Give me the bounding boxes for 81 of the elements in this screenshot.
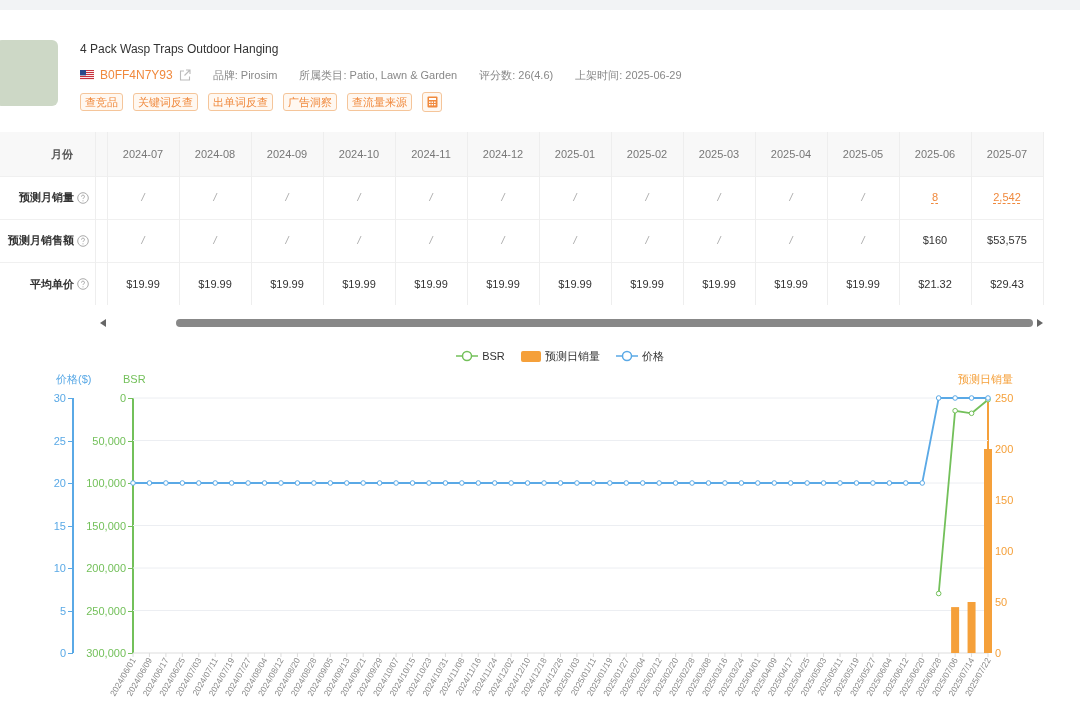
- table-cell: $21.32: [918, 277, 952, 290]
- product-info: 评分数: 26(4.6): [479, 67, 554, 83]
- table-cell: /: [357, 191, 361, 204]
- table-cell: /: [789, 191, 793, 204]
- table-cell: /: [573, 191, 577, 204]
- row-label: 预测月销售额: [7, 233, 74, 249]
- axis-tick-label: 200: [995, 443, 1014, 455]
- table-cell: /: [573, 234, 577, 247]
- table-cell: /: [141, 234, 145, 247]
- axis-tick-label: 15: [53, 519, 66, 532]
- table-cell: $53,575: [987, 234, 1027, 247]
- axis-tick-label: 5: [59, 604, 66, 617]
- month-header: 2024-09: [251, 132, 323, 176]
- table-cell: /: [213, 234, 217, 247]
- table-cell: /: [141, 191, 145, 204]
- table-cell: $29.43: [990, 277, 1024, 290]
- month-header: 2025-05: [827, 132, 899, 176]
- month-header: 2025-02: [611, 132, 683, 176]
- axis-tick-label: 250: [995, 392, 1014, 404]
- table-cell: $19.99: [270, 277, 304, 290]
- table-cell: /: [357, 234, 361, 247]
- axis-tick-label: 50,000: [92, 434, 126, 447]
- axis-tick-label: 25: [53, 434, 66, 447]
- table-cell: /: [645, 191, 649, 204]
- table-cell: $160: [922, 234, 948, 247]
- table-cell: /: [861, 191, 865, 204]
- axis-title: 预测日销量: [958, 373, 1013, 385]
- axis-tick-label: 50: [995, 596, 1008, 608]
- product-info: 品牌: Pirosim: [212, 67, 278, 83]
- axis-title: BSR: [123, 373, 146, 385]
- axis-tick-label: 250,000: [86, 604, 126, 617]
- header-cell: 月份: [0, 132, 95, 176]
- row-label: 预测月销量: [18, 190, 74, 206]
- table-cell: /: [717, 234, 721, 247]
- month-header: 2024-07: [107, 132, 179, 176]
- month-header: 2024-08: [179, 132, 251, 176]
- table-cell: /: [213, 191, 217, 204]
- table-cell: $19.99: [342, 277, 376, 290]
- axis-tick-label: 20: [53, 477, 66, 489]
- row-label: 平均单价: [29, 276, 74, 292]
- table-cell: $19.99: [558, 277, 592, 290]
- month-header: 2024-12: [467, 132, 539, 176]
- table-cell: $19.99: [414, 277, 448, 290]
- axis-tick-label: 0: [119, 392, 126, 404]
- table-cell: /: [789, 234, 793, 247]
- axis-tick-label: 300,000: [86, 647, 126, 659]
- product-info: 所属类目: Patio, Lawn & Garden: [299, 67, 458, 83]
- table-cell: /: [501, 234, 505, 247]
- table-cell: $19.99: [486, 277, 520, 290]
- axis-tick-label: 200,000: [86, 562, 126, 574]
- axis-tick-label: 0: [995, 647, 1002, 659]
- axis-tick-label: 10: [53, 562, 66, 574]
- axis-tick-label: 100: [995, 545, 1014, 557]
- table-cell: /: [645, 234, 649, 247]
- table-cell: $19.99: [630, 277, 664, 290]
- axis-title: 价格($): [56, 373, 92, 385]
- table-cell: /: [717, 191, 721, 204]
- table-cell: $19.99: [846, 277, 880, 290]
- axis-tick-label: 0: [59, 647, 66, 659]
- table-cell: $19.99: [198, 277, 232, 290]
- table-cell: $19.99: [702, 277, 736, 290]
- product-info: 上架时间: 2025-06-29: [575, 67, 682, 83]
- month-header: 2025-07: [971, 132, 1043, 176]
- table-cell: /: [861, 234, 865, 247]
- month-header: 2025-03: [683, 132, 755, 176]
- month-header: 2025-06: [899, 132, 971, 176]
- month-header: 2025-04: [755, 132, 827, 176]
- table-cell: /: [501, 191, 505, 204]
- table-cell: /: [429, 234, 433, 247]
- month-header: 2024-11: [395, 132, 467, 176]
- month-header: 2025-01: [539, 132, 611, 176]
- table-cell: /: [285, 191, 289, 204]
- table-cell: $19.99: [774, 277, 808, 290]
- axis-tick-label: 100,000: [86, 477, 126, 489]
- axis-tick-label: 30: [53, 392, 66, 404]
- table-cell: /: [285, 234, 289, 247]
- table-cell: $19.99: [126, 277, 160, 290]
- month-header: 2024-10: [323, 132, 395, 176]
- axis-tick-label: 150: [995, 494, 1014, 506]
- axis-tick-label: 150,000: [86, 519, 126, 532]
- table-cell: /: [429, 191, 433, 204]
